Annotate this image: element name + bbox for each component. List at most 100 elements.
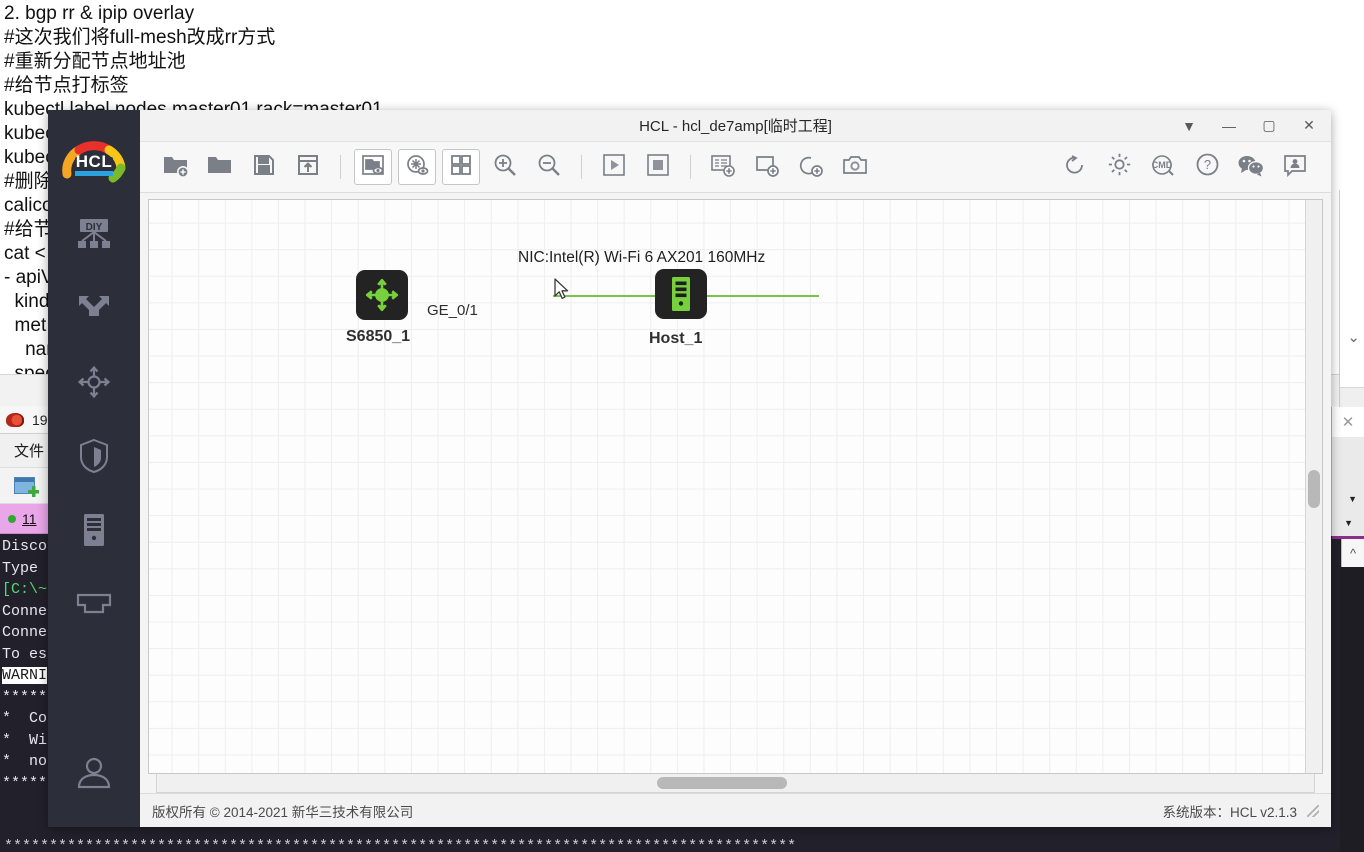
mouse-cursor (554, 278, 570, 307)
export-project-button[interactable] (289, 148, 327, 186)
chevron-down-icon[interactable]: ⌄ (1347, 330, 1360, 345)
grid-toggle-icon (450, 154, 472, 181)
bg-editor-line: #重新分配节点地址池 (4, 51, 186, 72)
start-all-button[interactable] (595, 148, 633, 186)
bg-editor-line: kubec (4, 147, 55, 168)
background-tab-label[interactable]: 11 (22, 511, 37, 527)
cmd-icon: CMD (1149, 153, 1177, 182)
background-right-box: ▼ ▼ (1331, 437, 1364, 536)
status-right: 系统版本：HCL v2.1.3 (1162, 801, 1319, 821)
add-circle-button[interactable] (792, 148, 830, 186)
contact-button[interactable] (1276, 148, 1314, 186)
screen: 2. bgp rr & ipip overlay #这次我们将full-mesh… (0, 0, 1364, 852)
close-button[interactable]: ✕ (1289, 110, 1329, 141)
help-button[interactable]: ? (1188, 148, 1226, 186)
add-rect-icon (754, 153, 780, 182)
stop-all-button[interactable] (639, 148, 677, 186)
sidebar-item-router[interactable] (67, 358, 121, 406)
show-interface-label-button[interactable] (398, 149, 436, 185)
bg-editor-line: calico (4, 195, 53, 216)
play-icon (602, 153, 626, 182)
horizontal-scroll-thumb[interactable] (657, 777, 787, 789)
sidebar-item-network-port[interactable] (67, 580, 121, 628)
bg-editor-line: kubec (4, 123, 55, 144)
help-icon: ? (1195, 152, 1220, 182)
bg-editor-line: kind (4, 291, 50, 312)
toolbar-separator (690, 155, 691, 179)
toolbar-separator (340, 155, 341, 179)
chevron-up-icon[interactable]: ^ (1341, 539, 1364, 567)
diy-device-icon: DIY (74, 217, 114, 251)
add-text-button[interactable] (704, 148, 742, 186)
nic-label: NIC:Intel(R) Wi-Fi 6 AX201 160MHz (518, 249, 766, 266)
bg-editor-line: cat < (4, 243, 46, 264)
host-node-label: Host_1 (649, 330, 703, 347)
close-icon[interactable]: ✕ (1331, 407, 1364, 437)
save-project-icon (252, 153, 276, 182)
topology-canvas[interactable]: NIC:Intel(R) Wi-Fi 6 AX201 160MHz GE_0/1 (149, 200, 1305, 773)
connected-status-dot (8, 514, 16, 523)
cmd-button[interactable]: CMD (1144, 148, 1182, 186)
ethernet-port-icon (74, 589, 114, 619)
show-device-label-button[interactable] (354, 149, 392, 185)
version-text: 系统版本：HCL v2.1.3 (1162, 804, 1297, 820)
grid-toggle-button[interactable] (442, 149, 480, 185)
copyright-text: 版权所有 © 2014-2021 新华三技术有限公司 (152, 804, 414, 820)
terminal-warning-text: WARNI (2, 667, 48, 684)
wechat-icon (1237, 153, 1265, 182)
shield-icon (77, 437, 111, 475)
svg-text:DIY: DIY (86, 222, 103, 233)
contact-icon (1282, 153, 1308, 182)
new-project-icon (163, 153, 189, 182)
open-project-button[interactable] (201, 148, 239, 186)
window-menu-button[interactable]: ▼ (1169, 110, 1209, 141)
zoom-in-icon (493, 153, 517, 182)
settings-button[interactable] (1100, 148, 1138, 186)
sidebar-item-host[interactable] (67, 506, 121, 554)
camera-icon (842, 153, 868, 182)
caret-down-icon[interactable]: ▼ (1348, 495, 1357, 504)
hcl-logo-text: HCL (75, 152, 113, 171)
zoom-in-button[interactable] (486, 148, 524, 186)
new-session-icon[interactable] (14, 477, 39, 497)
bg-editor-line: met (4, 315, 47, 336)
sidebar-item-diy[interactable]: DIY (67, 210, 121, 258)
terminal-star-separator: ****************************************… (4, 838, 797, 852)
screenshot-button[interactable] (836, 148, 874, 186)
status-bar: 版权所有 © 2014-2021 新华三技术有限公司 系统版本：HCL v2.1… (140, 793, 1331, 827)
svg-text:?: ? (1203, 157, 1210, 172)
wechat-button[interactable] (1232, 148, 1270, 186)
maximize-button[interactable]: ▢ (1249, 110, 1289, 141)
export-project-icon (296, 153, 320, 182)
resize-grip-icon[interactable] (1307, 804, 1319, 817)
zoom-out-icon (537, 153, 561, 182)
save-project-button[interactable] (245, 148, 283, 186)
add-rect-button[interactable] (748, 148, 786, 186)
switch-node[interactable] (356, 270, 408, 320)
vertical-scroll-thumb[interactable] (1308, 470, 1320, 508)
stop-icon (646, 153, 670, 182)
canvas-region: NIC:Intel(R) Wi-Fi 6 AX201 160MHz GE_0/1 (140, 193, 1331, 793)
window-title: HCL - hcl_de7amp[临时工程] (639, 118, 832, 135)
device-sidebar: HCL DIY (48, 110, 140, 827)
sidebar-item-user-account[interactable] (67, 749, 121, 797)
add-circle-icon (798, 153, 824, 182)
bg-editor-line: #删除 (4, 171, 53, 192)
background-right-panel (1339, 190, 1364, 420)
sidebar-item-firewall[interactable] (67, 432, 121, 480)
sidebar-item-switch[interactable] (67, 284, 121, 332)
caret-down-icon[interactable]: ▼ (1344, 519, 1353, 528)
zoom-out-button[interactable] (530, 148, 568, 186)
canvas-horizontal-scrollbar[interactable] (156, 774, 1315, 793)
hcl-logo: HCL (57, 140, 131, 184)
bg-editor-line: #给节点打标签 (4, 75, 129, 96)
new-project-button[interactable] (157, 148, 195, 186)
background-menu-file[interactable]: 文件 (14, 440, 44, 461)
refresh-button[interactable] (1056, 148, 1094, 186)
hcl-application-window: HCL DIY HCL - hcl_de7amp[临时工程] ▼ — ▢ ✕ C… (48, 110, 1331, 827)
open-project-icon (207, 153, 233, 182)
host-node[interactable] (655, 269, 707, 319)
minimize-button[interactable]: — (1209, 110, 1249, 141)
canvas-vertical-scrollbar[interactable] (1305, 200, 1322, 773)
toolbar-right-group: CMD ? (1053, 148, 1317, 186)
